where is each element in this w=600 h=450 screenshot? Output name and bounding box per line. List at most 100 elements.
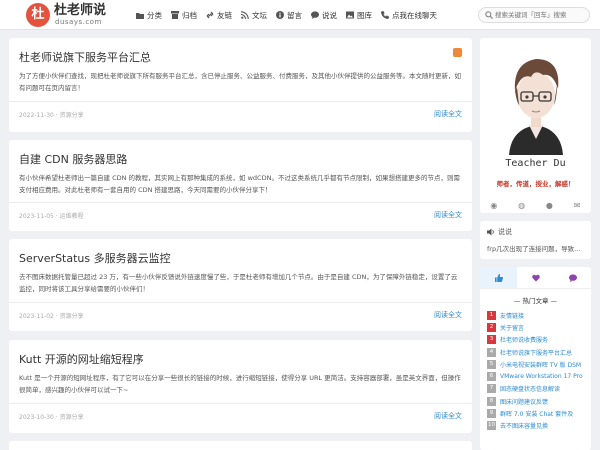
- rank-badge: 9: [487, 409, 496, 419]
- comment-icon: [568, 273, 577, 282]
- rank-badge: 7: [487, 384, 496, 394]
- tab-comments[interactable]: [554, 267, 591, 288]
- read-more-link[interactable]: 阅读全文: [434, 411, 462, 421]
- hot-post-title: 小米电视安装群晖 TV 版 DSM: [500, 361, 582, 369]
- qq-icon[interactable]: ◉: [485, 201, 503, 210]
- nav-item-live-chat[interactable]: 点我在线聊天: [381, 10, 437, 21]
- hot-post-title: 群晖 7.0 安装 Chat 套件及: [500, 411, 574, 419]
- hot-post-item[interactable]: 4 杜老师说旗下服务平台汇总: [487, 346, 587, 358]
- hot-post-title: 关于留言: [500, 324, 525, 332]
- nav-label: 分类: [147, 10, 162, 20]
- link-icon: [206, 11, 214, 19]
- read-more-link[interactable]: 阅读全文: [434, 109, 462, 119]
- mail-icon[interactable]: ✉: [568, 201, 586, 210]
- post-excerpt: 去不图床数据托管量已超过 23 万，有一些小伙伴反馈说外链速度慢了些，于是杜老师…: [19, 273, 458, 293]
- post-meta: 2023-11-02 · 资源分享: [19, 313, 84, 320]
- profile-card: Teacher Du 师者，传道，授业，解惑！ ◉ ◍ ● ✉: [480, 38, 591, 213]
- hot-post-title: 杜老师说收费服务: [500, 337, 549, 345]
- nav-item-category[interactable]: 分类: [136, 10, 162, 21]
- hot-post-item[interactable]: 2 关于留言: [487, 321, 587, 333]
- github-icon[interactable]: ●: [540, 201, 558, 210]
- hot-post-item[interactable]: 7 固态硬盘状态信息解读: [487, 383, 587, 395]
- hot-post-item[interactable]: 8 图床问题建议反馈: [487, 395, 587, 407]
- search-box: [478, 7, 590, 23]
- nav-label: 图库: [357, 10, 372, 20]
- hot-post-title: 固态硬盘状态信息解读: [500, 386, 561, 394]
- thumbs-up-icon: [494, 273, 503, 282]
- shuoshuo-text[interactable]: frp几次出现了连接问题，导致...: [487, 243, 587, 253]
- logo-name: 杜老师说: [54, 3, 107, 18]
- nav-item-gallery[interactable]: 图库: [346, 10, 372, 21]
- hot-post-title: VMware Workstation 17 Pro: [500, 373, 583, 381]
- shuoshuo-header: 说说: [487, 227, 512, 237]
- nav-item-messages[interactable]: 留言: [276, 10, 302, 21]
- post-card: ServerStatus 多服务器云监控 去不图床数据托管量已超过 23 万，有…: [9, 239, 472, 331]
- hot-post-title: 友情链接: [500, 312, 525, 320]
- divider: [9, 403, 472, 404]
- post-title[interactable]: Kutt 开源的网址缩短程序: [19, 351, 144, 367]
- post-excerpt: 为了方便小伙伴们查找，现把杜老师说旗下所有服务平台汇总，含已停止服务、公益服务、…: [19, 72, 461, 92]
- post-card: Kutt 开源的网址缩短程序 Kutt 是一个开源的短网址程序，有了它可以在分享…: [9, 340, 472, 433]
- pinned-rss-icon: [453, 48, 462, 57]
- logo-mark: 杜: [26, 3, 50, 27]
- phone-icon: [381, 11, 389, 19]
- hot-post-item[interactable]: 1 友情链接: [487, 309, 587, 321]
- post-card-partial: [9, 441, 472, 450]
- search-input[interactable]: [495, 9, 587, 21]
- nav-item-archive[interactable]: 归档: [171, 10, 197, 21]
- post-excerpt: Kutt 是一个开源的短网址程序，有了它可以在分享一些很长的链接的时候，进行缩短…: [19, 374, 461, 394]
- post-title[interactable]: 杜老师说旗下服务平台汇总: [19, 49, 151, 65]
- hot-post-title: 去不图床容量见换: [500, 423, 549, 431]
- hot-post-item[interactable]: 3 杜老师说收费服务: [487, 334, 587, 346]
- nav-item-friend-links[interactable]: 友链: [206, 10, 232, 21]
- hot-posts-card: — 热门文章 — 1 友情链接 2 关于留言 3 杜老师说收费服务 4 杜老师说旗下服务…: [480, 267, 591, 450]
- archive-icon: [171, 11, 179, 19]
- hot-post-item[interactable]: 10 去不图床容量见换: [487, 420, 587, 432]
- post-title[interactable]: ServerStatus 多服务器云监控: [19, 250, 171, 266]
- rank-badge: 8: [487, 396, 496, 406]
- wechat-icon[interactable]: ◍: [513, 201, 531, 210]
- post-card: 自建 CDN 服务器思路 有小伙伴希望杜老师出一篇自建 CDN 的教程，其实网上…: [9, 140, 472, 231]
- search-icon: [485, 11, 493, 19]
- tab-thumbs-up[interactable]: [480, 267, 517, 288]
- info-icon: [276, 11, 284, 19]
- hot-tabs: [480, 267, 591, 289]
- rss-icon: [241, 11, 249, 19]
- social-links: ◉ ◍ ● ✉: [480, 201, 591, 210]
- rank-badge: 2: [487, 322, 496, 332]
- folder-icon: [136, 12, 144, 19]
- top-navbar: 杜 杜老师说 dusays.com 分类 归档 友链 文坛 留言 说说 图库 点…: [0, 0, 600, 30]
- divider: [9, 202, 472, 203]
- hot-post-item[interactable]: 6 VMware Workstation 17 Pro: [487, 370, 587, 382]
- hot-posts-list: 1 友情链接 2 关于留言 3 杜老师说收费服务 4 杜老师说旗下服务平台汇总 5 小米电…: [487, 309, 587, 432]
- hot-posts-title: — 热门文章 —: [513, 297, 558, 305]
- divider: [9, 101, 472, 102]
- hot-post-title: 图床问题建议反馈: [500, 398, 549, 406]
- post-meta: 2022-11-30 · 资源分享: [19, 112, 84, 119]
- nav-label: 归档: [182, 10, 197, 20]
- nav-item-shuoshuo[interactable]: 说说: [311, 10, 337, 21]
- shuoshuo-card: 说说 frp几次出现了连接问题，导致...: [480, 221, 591, 259]
- heart-icon: [531, 274, 540, 281]
- post-meta: 2023-10-30 · 资源分享: [19, 414, 84, 421]
- post-title[interactable]: 自建 CDN 服务器思路: [19, 151, 127, 167]
- rank-badge: 1: [487, 310, 496, 320]
- rank-badge: 3: [487, 335, 496, 345]
- image-icon: [346, 11, 354, 19]
- hot-post-item[interactable]: 9 群晖 7.0 安装 Chat 套件及: [487, 407, 587, 419]
- main-nav: 分类 归档 友链 文坛 留言 说说 图库 点我在线聊天: [136, 0, 446, 30]
- read-more-link[interactable]: 阅读全文: [434, 210, 462, 220]
- rank-badge: 10: [487, 421, 496, 431]
- post-excerpt: 有小伙伴希望杜老师出一篇自建 CDN 的教程，其实网上有那种集成的系统，如 wd…: [19, 174, 460, 194]
- read-more-link[interactable]: 阅读全文: [434, 310, 462, 320]
- shuoshuo-title: 说说: [498, 228, 512, 236]
- hot-post-item[interactable]: 5 小米电视安装群晖 TV 版 DSM: [487, 358, 587, 370]
- nav-item-forum[interactable]: 文坛: [241, 10, 267, 21]
- site-logo[interactable]: 杜 杜老师说 dusays.com: [26, 3, 116, 29]
- speaker-icon: [487, 228, 494, 236]
- post-meta: 2023-11-05 · 运维教程: [19, 213, 84, 220]
- nav-label: 留言: [287, 10, 302, 20]
- tab-favorites[interactable]: [517, 267, 554, 288]
- chat-icon: [311, 11, 319, 19]
- divider: [9, 302, 472, 303]
